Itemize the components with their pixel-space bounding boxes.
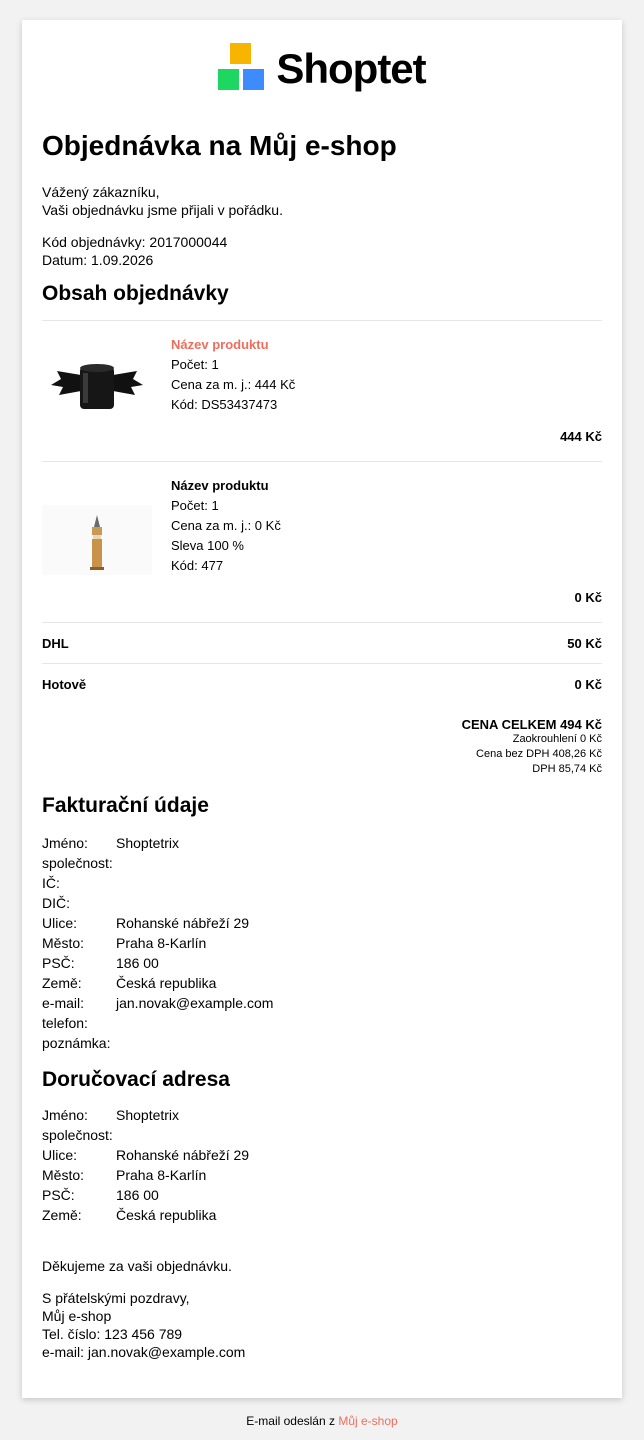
signature: S přátelskými pozdravy, Můj e-shop Tel. … xyxy=(42,1290,246,1360)
divider xyxy=(42,320,602,321)
divider xyxy=(42,461,602,462)
divider xyxy=(42,663,602,664)
item-2-info: Název produktu Počet: 1 Cena za m. j.: 0… xyxy=(171,478,281,573)
delivery-details: Jméno: Shoptetrix společnost: Ulice: Rohan… xyxy=(42,1107,250,1223)
order-info: Kód objednávky: 2017000044 Datum: 1.09.2… xyxy=(42,233,602,269)
shipping-row: DHL 50 Kč xyxy=(42,636,602,651)
order-totals: CENA CELKEM 494 Kč Zaokrouhlení 0 Kč Cen… xyxy=(461,717,602,775)
page-title: Objednávka na Můj e-shop xyxy=(42,130,397,161)
item-1-info: Název produktu Počet: 1 Cena za m. j.: 4… xyxy=(171,335,296,412)
shoptet-logo-icon xyxy=(218,43,265,91)
thanks-text: Děkujeme za vaši objednávku. xyxy=(42,1258,232,1274)
product-name: Název produktu xyxy=(171,478,269,493)
contents-heading: Obsah objednávky xyxy=(42,282,229,305)
order-code: Kód objednávky: 2017000044 xyxy=(42,234,228,250)
email-card: Shoptet Objednávka na Můj e-shop Vážený … xyxy=(22,20,622,1398)
big-ben-image[interactable] xyxy=(42,505,152,575)
delivery-heading: Doručovací adresa xyxy=(42,1068,230,1091)
product-name-link[interactable]: Název produktu xyxy=(171,335,295,355)
billing-heading: Fakturační údaje xyxy=(42,794,209,817)
brand-name: Shoptet xyxy=(276,45,426,92)
bat-mug-image[interactable] xyxy=(42,350,152,420)
logo: Shoptet xyxy=(22,40,622,94)
item-2-total: 0 Kč xyxy=(574,590,602,605)
shop-link[interactable]: Můj e-shop xyxy=(338,1414,397,1428)
footer: E-mail odeslán z Můj e-shop xyxy=(246,1414,398,1428)
item-1-total: 444 Kč xyxy=(560,429,602,444)
divider xyxy=(42,622,602,623)
total-price: CENA CELKEM 494 Kč xyxy=(461,717,602,732)
billing-details: Jméno: Shoptetrix společnost: IČ: DIČ: Ul… xyxy=(42,835,274,1051)
greeting: Vážený zákazníku, Vaši objednávku jsme p… xyxy=(42,184,283,218)
order-date: Datum: 1.09.2026 xyxy=(42,252,154,268)
payment-row: Hotově 0 Kč xyxy=(42,677,602,692)
